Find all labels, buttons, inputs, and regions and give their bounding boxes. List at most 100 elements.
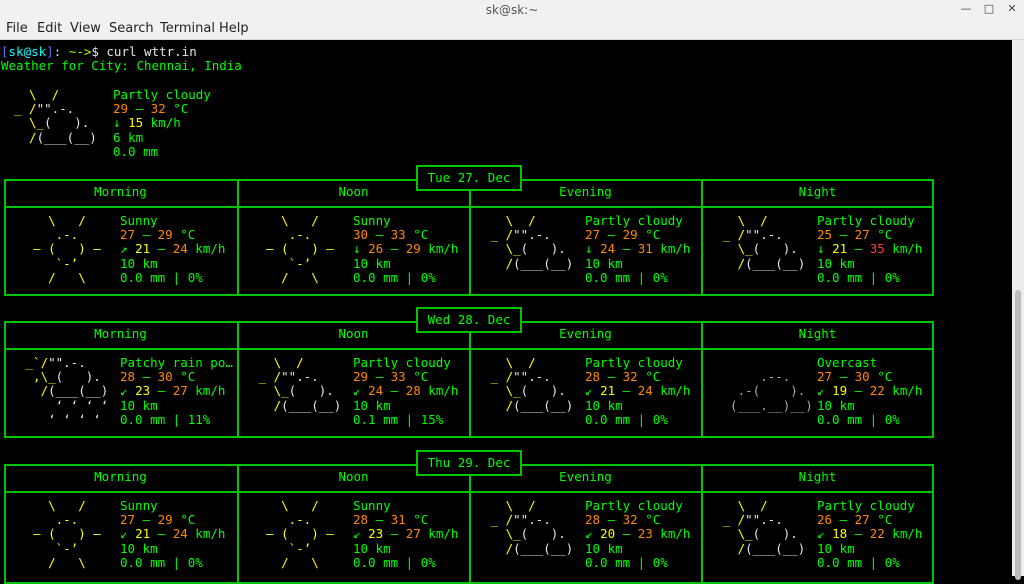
wind-high: 31 (637, 241, 653, 257)
scrollbar[interactable] (1012, 40, 1024, 580)
wind-direction: ↗ (120, 241, 128, 257)
temp-high: 32 (622, 369, 638, 385)
precipitation: 0.0 mm | 0% (585, 554, 668, 570)
forecast-text: Sunny 27 – 29 °C ↗ 21 – 24 km/h 10 km 0.… (120, 213, 226, 285)
menu-view[interactable]: View (70, 21, 101, 36)
day-label: Thu 29. Dec (416, 450, 522, 476)
wind-low: 24 (600, 241, 616, 257)
condition-label: Sunny (120, 213, 158, 228)
condition-label: Sunny (353, 213, 391, 228)
wind-high: 24 (172, 526, 188, 542)
forecast-text: Patchy rain po… 28 – 30 °C ↙ 23 – 27 km/… (120, 355, 233, 427)
visibility: 10 km (817, 540, 855, 556)
condition-label: Partly cloudy (817, 213, 915, 228)
sunny-weather-icon: \ / .-. ― ( ) ― `-’ / \ (18, 213, 116, 285)
temp-low: 28 (120, 369, 136, 385)
menu-edit[interactable]: Edit (37, 21, 62, 36)
visibility: 10 km (353, 397, 391, 413)
temp-high: 33 (390, 369, 406, 385)
prompt-user: sk@sk (8, 44, 47, 59)
condition-label: Partly cloudy (585, 355, 683, 370)
wind-low: 23 (135, 383, 151, 399)
wind-direction: ↙ (120, 526, 128, 542)
menu-search[interactable]: Search (109, 21, 154, 36)
visibility: 10 km (585, 255, 623, 271)
wind-low: 19 (832, 383, 848, 399)
wind-direction: ↙ (120, 383, 128, 399)
temp-high: 30 (157, 369, 173, 385)
minimize-icon[interactable]: — (958, 2, 974, 16)
temp-high: 29 (157, 227, 173, 243)
precipitation: 0.1 mm | 15% (353, 411, 444, 427)
precipitation: 0.0 mm | 0% (120, 554, 203, 570)
menu-file[interactable]: File (6, 21, 28, 36)
wind-direction: ↙ (817, 383, 825, 399)
sunny-weather-icon: \ / .-. ― ( ) ― `-’ / \ (251, 213, 349, 285)
temp-low: 27 (585, 227, 601, 243)
menu-terminal[interactable]: Terminal (160, 21, 215, 36)
temp-high: 29 (157, 512, 173, 528)
forecast-text: Partly cloudy 28 – 32 °C ↙ 20 – 23 km/h … (585, 498, 691, 570)
wind-low: 21 (600, 383, 616, 399)
wind-low: 21 (135, 241, 151, 257)
wind-low: 26 (368, 241, 384, 257)
partly-weather-icon: \ / _ /"".-. \_( ). /(___(__) (251, 355, 342, 413)
temp-low: 28 (353, 512, 369, 528)
condition-label: Overcast (817, 355, 878, 370)
wind-high: 35 (869, 241, 885, 257)
period-header: Morning (94, 469, 147, 484)
forecast-text: Partly cloudy 26 – 27 °C ↙ 18 – 22 km/h … (817, 498, 923, 570)
scrollbar-thumb[interactable] (1015, 290, 1021, 580)
visibility: 10 km (120, 540, 158, 556)
temp-low: 27 (817, 369, 833, 385)
wind-direction: ↙ (817, 526, 825, 542)
wind-direction: ↙ (353, 383, 361, 399)
overcast-weather-icon: .--. .-( ). (___.__)__) (715, 369, 813, 413)
period-header: Night (798, 326, 837, 341)
maximize-icon[interactable]: □ (981, 2, 997, 16)
wind-high: 22 (869, 526, 885, 542)
wind-direction: ↙ (353, 526, 361, 542)
precipitation: 0.0 mm | 0% (817, 269, 900, 285)
precipitation: 0.0 mm | 0% (585, 411, 668, 427)
period-header: Night (798, 184, 837, 199)
forecast-text: Partly cloudy 27 – 29 °C ↓ 24 – 31 km/h … (585, 213, 691, 285)
partly-weather-icon: \ / _ /"".-. \_( ). /(___(__) (715, 213, 806, 271)
forecast-text: Overcast 27 – 30 °C ↙ 19 – 22 km/h 10 km… (817, 355, 923, 427)
wind-high: 24 (637, 383, 653, 399)
forecast-text: Sunny 28 – 31 °C ↙ 23 – 27 km/h 10 km 0.… (353, 498, 459, 570)
precipitation: 0.0 mm | 0% (817, 411, 900, 427)
forecast-text: Sunny 27 – 29 °C ↙ 21 – 24 km/h 10 km 0.… (120, 498, 226, 570)
wind-low: 23 (368, 526, 384, 542)
wind-direction: ↙ (585, 526, 593, 542)
wind-high: 22 (869, 383, 885, 399)
temp-low: 28 (585, 512, 601, 528)
wind-direction: ↓ (585, 241, 593, 257)
precipitation: 0.0 mm | 0% (353, 554, 436, 570)
wind-high: 27 (172, 383, 188, 399)
temp-high: 31 (390, 512, 406, 528)
close-icon[interactable]: ✕ (1004, 2, 1020, 16)
temp-low: 30 (353, 227, 369, 243)
visibility: 10 km (817, 255, 855, 271)
partly-weather-icon: \ / _ /"".-. \_( ). /(___(__) (483, 213, 574, 271)
precipitation: 0.0 mm | 0% (817, 554, 900, 570)
current-weather-icon: \ / _ /"".-. \_( ). /(___(__) (14, 87, 97, 145)
sunny-weather-icon: \ / .-. ― ( ) ― `-’ / \ (251, 498, 349, 570)
menu-help[interactable]: Help (219, 21, 249, 36)
prompt-line: [sk@sk]: ~->$ curl wttr.in (1, 44, 197, 59)
prompt-command: curl wttr.in (106, 44, 197, 59)
condition-label: Partly cloudy (817, 498, 915, 513)
wind-high: 29 (405, 241, 421, 257)
wind-high: 28 (405, 383, 421, 399)
window-titlebar: sk@sk:~ — □ ✕ (0, 0, 1024, 19)
wind-direction: ↓ (817, 241, 825, 257)
wind-low: 24 (368, 383, 384, 399)
partly-weather-icon: \ / _ /"".-. \_( ). /(___(__) (483, 498, 574, 556)
visibility: 10 km (120, 255, 158, 271)
precipitation: 0.0 mm | 0% (585, 269, 668, 285)
forecast-text: Sunny 30 – 33 °C ↓ 26 – 29 km/h 10 km 0.… (353, 213, 459, 285)
temp-low: 28 (585, 369, 601, 385)
temp-high: 32 (622, 512, 638, 528)
window-title: sk@sk:~ (485, 3, 539, 17)
